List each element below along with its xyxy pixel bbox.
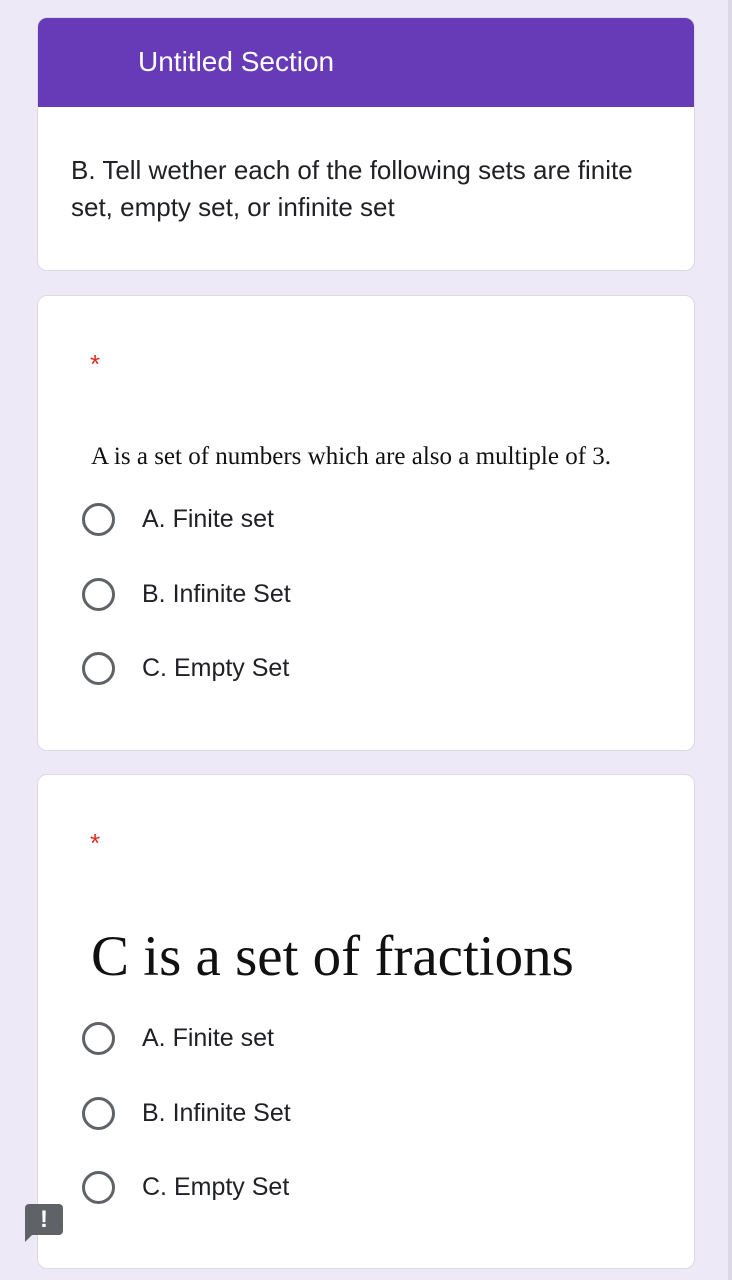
question-card-2: * C is a set of fractions A. Finite set …: [37, 774, 695, 1269]
option-empty-set[interactable]: C. Empty Set: [82, 648, 289, 688]
radio-button-icon[interactable]: [82, 502, 115, 536]
option-label: C. Empty Set: [142, 1173, 290, 1201]
option-empty-set[interactable]: C. Empty Set: [82, 1167, 289, 1207]
radio-button-icon[interactable]: [82, 1096, 115, 1130]
option-finite-set[interactable]: A. Finite set: [82, 499, 274, 539]
report-exclamation: !: [40, 1206, 48, 1233]
question-image-text: C is a set of fractions: [91, 925, 574, 988]
page-edge: [728, 0, 732, 1280]
radio-button-icon[interactable]: [82, 1021, 115, 1055]
report-problem-button[interactable]: !: [25, 1204, 63, 1242]
option-label: A. Finite set: [142, 1024, 274, 1052]
option-infinite-set[interactable]: B. Infinite Set: [82, 574, 291, 614]
section-header-card: Untitled Section B. Tell wether each of …: [37, 17, 695, 271]
option-label: B. Infinite Set: [142, 580, 291, 608]
question-card-1: * A is a set of numbers which are also a…: [37, 295, 695, 751]
option-label: C. Empty Set: [142, 654, 290, 682]
option-infinite-set[interactable]: B. Infinite Set: [82, 1093, 291, 1133]
radio-button-icon[interactable]: [82, 651, 115, 685]
form-page: Untitled Section B. Tell wether each of …: [0, 0, 732, 1280]
section-header-bar: Untitled Section: [38, 18, 694, 107]
question-image-text: A is a set of numbers which are also a m…: [91, 443, 612, 470]
required-asterisk: *: [90, 349, 101, 379]
radio-button-icon[interactable]: [82, 577, 115, 611]
option-label: B. Infinite Set: [142, 1099, 291, 1127]
option-label: A. Finite set: [142, 505, 274, 533]
required-asterisk: *: [90, 828, 101, 858]
section-description: B. Tell wether each of the following set…: [71, 155, 633, 222]
section-title: Untitled Section: [138, 46, 335, 77]
radio-button-icon[interactable]: [82, 1170, 115, 1204]
option-finite-set[interactable]: A. Finite set: [82, 1018, 274, 1058]
